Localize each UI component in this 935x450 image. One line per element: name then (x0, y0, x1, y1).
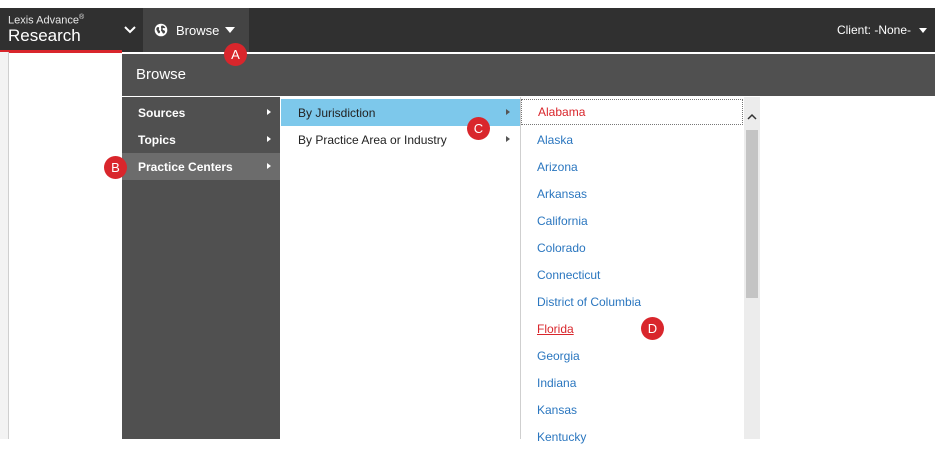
menu-item-label: By Practice Area or Industry (298, 132, 447, 147)
list-item[interactable]: California (521, 207, 743, 234)
chevron-down-icon (124, 26, 136, 34)
list-item-label: Georgia (537, 348, 580, 363)
list-item[interactable]: Arizona (521, 153, 743, 180)
brand-line1: Lexis Advance® (8, 14, 85, 27)
browse-menu-level2: By Jurisdiction By Practice Area or Indu… (281, 97, 520, 439)
scrollbar-thumb[interactable] (746, 130, 758, 298)
list-item-label: Alabama (538, 105, 586, 119)
brand-logo[interactable]: Lexis Advance® Research (0, 8, 114, 52)
caret-down-icon (919, 27, 927, 33)
list-item[interactable]: District of Columbia (521, 288, 743, 315)
list-item[interactable]: Colorado (521, 234, 743, 261)
list-item-label: Kansas (537, 402, 578, 417)
callout-badge-c: C (467, 117, 490, 140)
brand-line2: Research (8, 26, 81, 45)
callout-badge-d: D (641, 317, 664, 340)
list-item-label: California (537, 213, 588, 228)
list-item-label: Kentucky (537, 429, 587, 444)
list-scrollbar[interactable] (744, 97, 760, 439)
list-item[interactable]: Connecticut (521, 261, 743, 288)
browse-menu-level1: Sources Topics Practice Centers (122, 97, 280, 439)
caret-down-icon (225, 27, 236, 33)
menu-item-label: By Jurisdiction (298, 105, 376, 120)
list-item[interactable]: Alaska (521, 126, 743, 153)
menu-item-label: Topics (138, 132, 176, 147)
jurisdiction-list: Alabama Alaska Arizona Arkansas Californ… (520, 97, 761, 444)
menu-item-sources[interactable]: Sources (122, 99, 280, 126)
list-item-label: Indiana (537, 375, 577, 390)
chevron-right-icon (267, 163, 271, 169)
chevron-right-icon (506, 136, 510, 142)
callout-badge-b: B (104, 156, 127, 179)
brand-underline (0, 50, 122, 53)
callout-badge-a: A (224, 43, 247, 66)
menu-item-topics[interactable]: Topics (122, 126, 280, 153)
list-item-label: Alaska (537, 132, 574, 147)
browse-panel-title: Browse (136, 66, 187, 83)
list-item[interactable]: Kansas (521, 396, 743, 423)
list-item-label: Colorado (537, 240, 586, 255)
chevron-right-icon (267, 109, 271, 115)
list-item[interactable]: Arkansas (521, 180, 743, 207)
list-item[interactable]: Indiana (521, 369, 743, 396)
client-label: Client: -None- (836, 23, 911, 37)
list-item-label: Connecticut (537, 267, 601, 282)
list-item-label: Florida (537, 321, 574, 336)
menu-item-practice-centers[interactable]: Practice Centers (122, 153, 280, 180)
list-item-label: Arizona (537, 159, 578, 174)
list-item-label: District of Columbia (537, 294, 642, 309)
list-item[interactable]: Kentucky (521, 423, 743, 450)
browse-button-label: Browse (176, 22, 220, 38)
client-selector[interactable]: Client: -None- (837, 8, 927, 52)
menu-item-label: Sources (138, 105, 186, 120)
chevron-right-icon (267, 136, 271, 142)
list-item[interactable]: Florida (521, 315, 743, 342)
scroll-up-button[interactable] (744, 109, 760, 123)
list-item[interactable]: Georgia (521, 342, 743, 369)
list-item-label: Arkansas (537, 186, 588, 201)
left-sidebar-strip (0, 52, 9, 439)
list-item[interactable]: Alabama (521, 99, 743, 125)
chevron-right-icon (506, 109, 510, 115)
product-switcher-button[interactable] (118, 8, 142, 52)
menu-item-label: Practice Centers (138, 159, 233, 174)
globe-icon (154, 23, 168, 37)
chevron-up-icon (747, 113, 757, 120)
